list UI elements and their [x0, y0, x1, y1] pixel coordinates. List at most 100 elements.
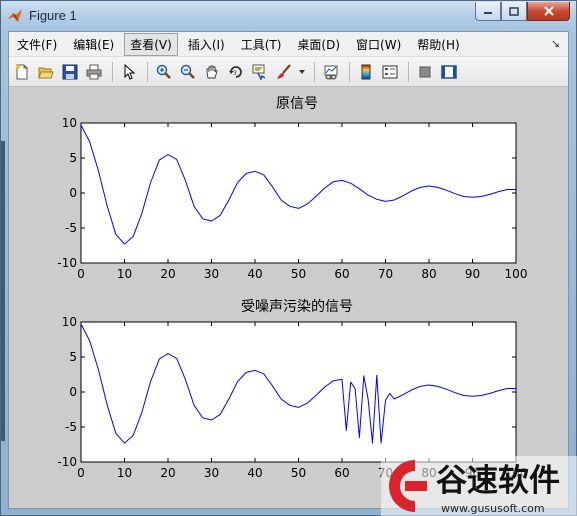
insert-legend-button[interactable]: [379, 61, 401, 83]
colorbar-icon: [361, 64, 371, 79]
save-button[interactable]: [59, 61, 81, 83]
svg-text:3: 3: [233, 70, 237, 77]
insert-colorbar-button[interactable]: [355, 61, 377, 83]
x-tick-label: 90: [465, 267, 480, 281]
link-plot-button[interactable]: [320, 61, 342, 83]
print-icon: [86, 64, 102, 79]
x-tick-label: 60: [334, 466, 349, 480]
axes-box: [80, 321, 517, 463]
axes-box: [80, 122, 517, 264]
show-plot-tools-icon: [441, 64, 457, 79]
minimize-icon: [484, 12, 492, 14]
menu-tools[interactable]: 工具(T): [235, 33, 288, 56]
brush-dropdown-button[interactable]: [297, 61, 307, 83]
menu-overflow-arrow-icon[interactable]: ↘: [551, 37, 560, 50]
close-icon: [543, 6, 554, 16]
x-tick-label: 10: [117, 466, 132, 480]
y-tick-label: 10: [62, 116, 77, 130]
toolbar-separator: [314, 61, 315, 82]
brush-dropdown-icon: [299, 69, 305, 74]
axes-noisy-signal[interactable]: 受噪声污染的信号 0102030405060708090100 1050-5-1…: [57, 299, 527, 480]
rotate-3d-button[interactable]: 3: [225, 61, 247, 83]
menu-view[interactable]: 查看(V): [124, 32, 178, 56]
zoom-in-button[interactable]: [153, 61, 175, 83]
toolbar-separator: [147, 61, 148, 82]
toolbar-separator: [408, 61, 409, 82]
y-tick-label: 5: [69, 151, 77, 165]
hide-plot-tools-button[interactable]: [414, 61, 436, 83]
axes-title: 受噪声污染的信号: [241, 299, 353, 315]
show-plot-tools-button[interactable]: [438, 61, 460, 83]
x-tick-label: 10: [117, 267, 132, 281]
maximize-icon: [509, 6, 519, 16]
toolbar-separator: [112, 61, 113, 82]
y-tick-label: 5: [69, 350, 77, 364]
figure-toolbar: 3: [9, 57, 568, 87]
desktop-edge: [1, 141, 5, 441]
watermark-brand: 谷速软件: [436, 463, 560, 499]
legend-icon: [382, 65, 398, 78]
y-tick-label: 10: [62, 315, 77, 329]
menu-edit[interactable]: 编辑(E): [67, 33, 120, 56]
y-tick-label: -10: [57, 455, 77, 469]
x-tick-label: 100: [505, 267, 528, 281]
y-tick-label: -10: [57, 256, 77, 270]
matlab-logo-icon: [8, 9, 22, 22]
print-button[interactable]: [83, 61, 105, 83]
select-button[interactable]: [118, 61, 140, 83]
y-tick-label: 0: [69, 385, 77, 399]
x-tick-label: 0: [77, 466, 85, 480]
axes-title: 原信号: [276, 96, 318, 112]
axes-original-signal[interactable]: 原信号 0 10 20 30 40 50 60 70 80 90 100 1050-5-10: [57, 96, 527, 281]
close-button[interactable]: [527, 2, 570, 21]
x-tick-label: 60: [334, 267, 349, 281]
zoom-out-button[interactable]: [177, 61, 199, 83]
y-tick-label: -5: [65, 420, 77, 434]
new-figure-icon: [16, 64, 28, 79]
save-icon: [62, 64, 78, 79]
x-tick-label: 0: [77, 267, 85, 281]
new-figure-button[interactable]: [11, 61, 33, 83]
window-title: Figure 1: [29, 8, 77, 23]
brush-button[interactable]: [273, 61, 295, 83]
x-tick-label: 50: [291, 267, 306, 281]
x-tick-label: 50: [291, 466, 306, 480]
link-plot-icon: [324, 65, 338, 79]
y-tick-label: -5: [65, 221, 77, 235]
x-tick-label: 80: [421, 267, 436, 281]
zoom-out-icon: [180, 64, 195, 79]
minimize-button[interactable]: [475, 2, 501, 21]
title-bar[interactable]: Figure 1: [1, 1, 576, 31]
figure-canvas[interactable]: 原信号 0 10 20 30 40 50 60 70 80 90 100 1050-5-10 受噪声…: [9, 88, 568, 508]
x-tick-label: 30: [204, 466, 219, 480]
toolbar-separator: [349, 61, 350, 82]
menu-file[interactable]: 文件(F): [11, 33, 63, 56]
x-tick-label: 40: [247, 466, 262, 480]
watermark-gususoft: 谷速软件 www.gususoft.com: [381, 456, 577, 516]
menu-window[interactable]: 窗口(W): [350, 33, 407, 56]
x-tick-label: 20: [160, 267, 175, 281]
pan-button[interactable]: [201, 61, 223, 83]
figure-client-area: 文件(F) 编辑(E) 查看(V) 插入(I) 工具(T) 桌面(D) 窗口(W…: [8, 31, 569, 509]
data-cursor-icon: [252, 64, 266, 80]
rotate-3d-icon: 3: [229, 65, 242, 78]
maximize-button[interactable]: [501, 2, 527, 21]
menu-desktop[interactable]: 桌面(D): [291, 33, 346, 56]
select-arrow-icon: [124, 63, 136, 80]
y-tick-label: 0: [69, 186, 77, 200]
x-tick-label: 40: [247, 267, 262, 281]
pan-hand-icon: [206, 65, 218, 78]
watermark-url: www.gususoft.com: [441, 502, 545, 515]
x-tick-label: 30: [204, 267, 219, 281]
zoom-in-icon: [156, 64, 171, 79]
menu-bar: 文件(F) 编辑(E) 查看(V) 插入(I) 工具(T) 桌面(D) 窗口(W…: [9, 32, 568, 57]
data-cursor-button[interactable]: [249, 61, 271, 83]
menu-insert[interactable]: 插入(I): [182, 33, 231, 56]
x-tick-label: 70: [378, 267, 393, 281]
brush-icon: [277, 63, 291, 79]
figure-window: Figure 1 文件(F) 编辑(E) 查看(V) 插入(I) 工具(T) 桌…: [0, 0, 577, 516]
x-tick-label: 20: [160, 466, 175, 480]
hide-plot-tools-icon: [419, 66, 431, 77]
open-file-button[interactable]: [35, 61, 57, 83]
menu-help[interactable]: 帮助(H): [411, 33, 465, 56]
